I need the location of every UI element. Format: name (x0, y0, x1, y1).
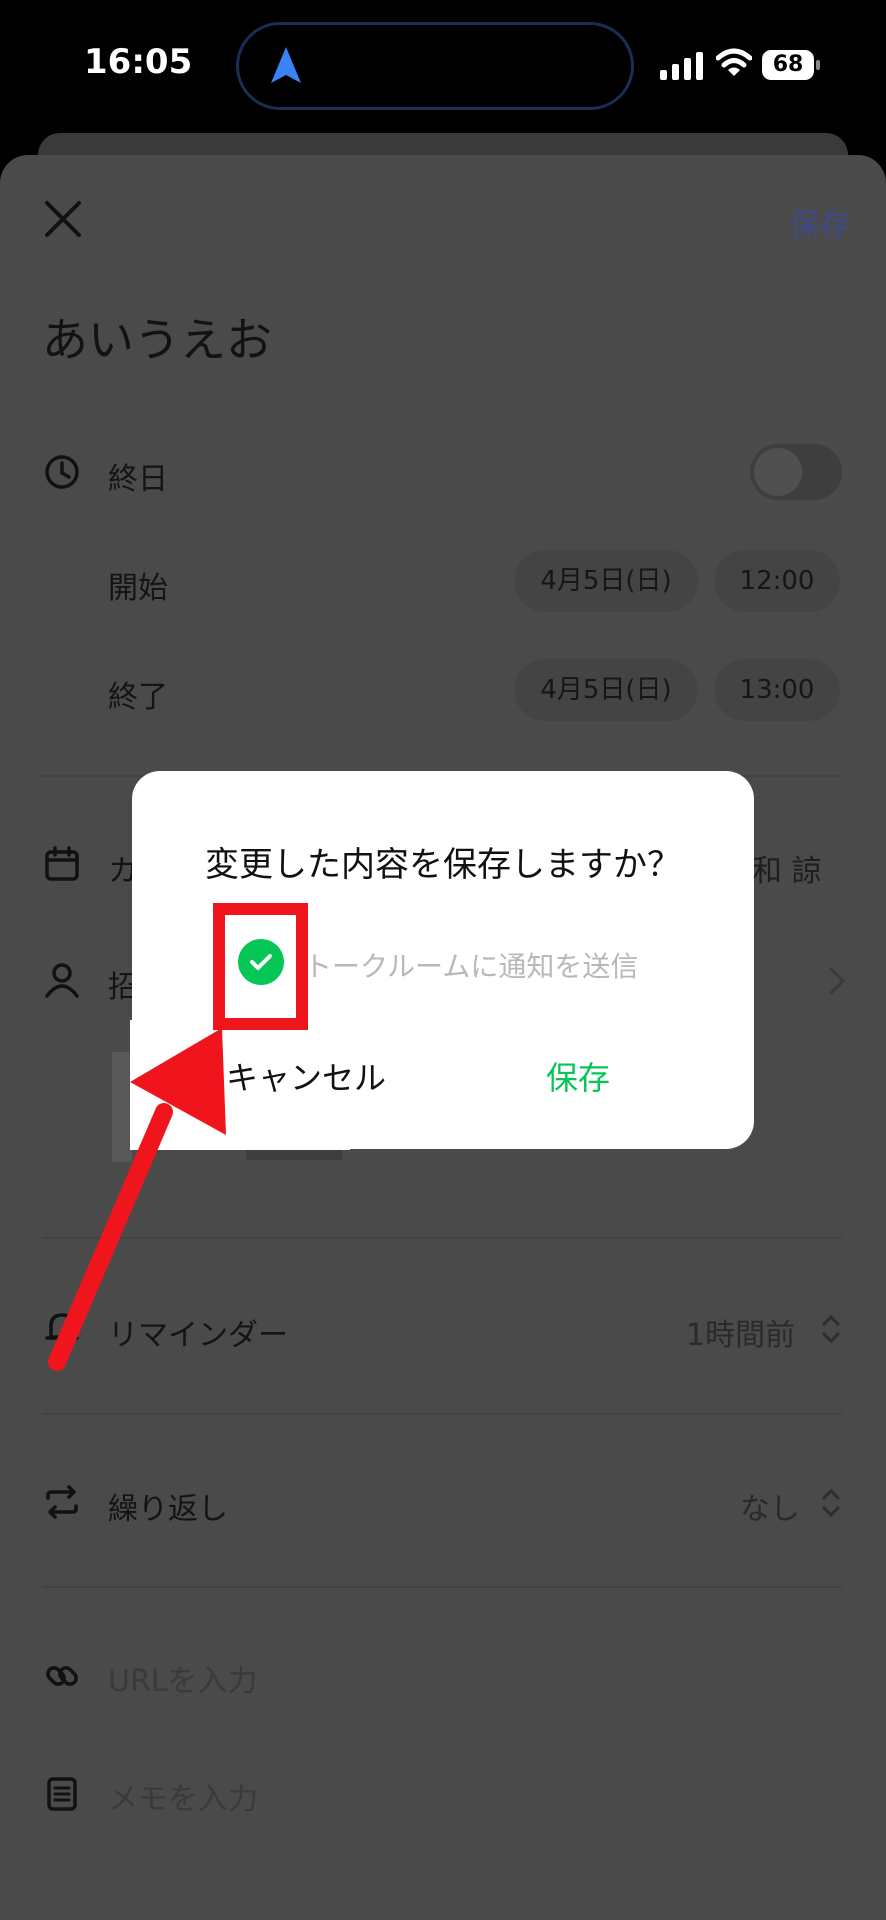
status-time: 16:05 (84, 42, 193, 82)
repeat-label: 繰り返し (108, 1492, 228, 1527)
toggle-knob (754, 448, 802, 496)
end-time-button[interactable]: 13:00 (714, 659, 840, 721)
reminder-value[interactable]: 1時間前 (686, 1310, 795, 1354)
repeat-value[interactable]: なし (740, 1484, 800, 1528)
dialog-save-button[interactable]: 保存 (546, 1053, 610, 1099)
notify-label: トークルームに通知を送信 (304, 950, 639, 983)
end-date-button[interactable]: 4月5日(日) (514, 659, 698, 721)
all-day-label: 終日 (108, 462, 168, 497)
chevron-updown-icon (822, 1488, 840, 1518)
event-title[interactable]: あいうえお (42, 304, 272, 370)
divider (42, 1586, 842, 1588)
clock-icon (45, 455, 79, 489)
repeat-icon (46, 1485, 78, 1519)
close-icon[interactable] (44, 200, 82, 238)
chevron-right-icon[interactable] (826, 964, 848, 998)
cellular-signal-icon (660, 52, 703, 80)
calendar-member-names: 和 諒 (752, 854, 822, 889)
annotation-highlight-box (213, 903, 308, 1030)
url-input[interactable]: URLを入力 (108, 1656, 258, 1700)
start-date-button[interactable]: 4月5日(日) (514, 550, 698, 612)
cancel-button[interactable]: キャンセル (226, 1053, 386, 1099)
bell-icon (45, 1313, 79, 1340)
memo-icon (47, 1777, 77, 1811)
dialog-title: 変更した内容を保存しますか？ (205, 845, 681, 885)
chevron-updown-icon (822, 1314, 840, 1344)
person-icon (45, 963, 79, 998)
header-save-button[interactable]: 保存 (790, 200, 850, 244)
start-label: 開始 (108, 571, 168, 606)
battery-tip (816, 60, 820, 70)
status-bar: 16:05 68 (0, 0, 886, 130)
end-label: 終了 (108, 680, 168, 715)
divider (42, 1413, 842, 1415)
dynamic-island (236, 22, 634, 110)
wifi-icon (716, 48, 752, 76)
battery-level: 68 (762, 50, 814, 80)
reminder-label: リマインダー (108, 1318, 288, 1353)
start-time-button[interactable]: 12:00 (714, 550, 840, 612)
blurred-member-list (112, 1052, 132, 1162)
divider (42, 1237, 842, 1239)
all-day-toggle[interactable] (750, 444, 842, 500)
navigation-arrow-icon (271, 47, 301, 83)
battery-icon: 68 (762, 50, 820, 82)
link-icon (46, 1666, 78, 1686)
memo-input[interactable]: メモを入力 (108, 1774, 258, 1818)
calendar-icon (45, 846, 79, 881)
